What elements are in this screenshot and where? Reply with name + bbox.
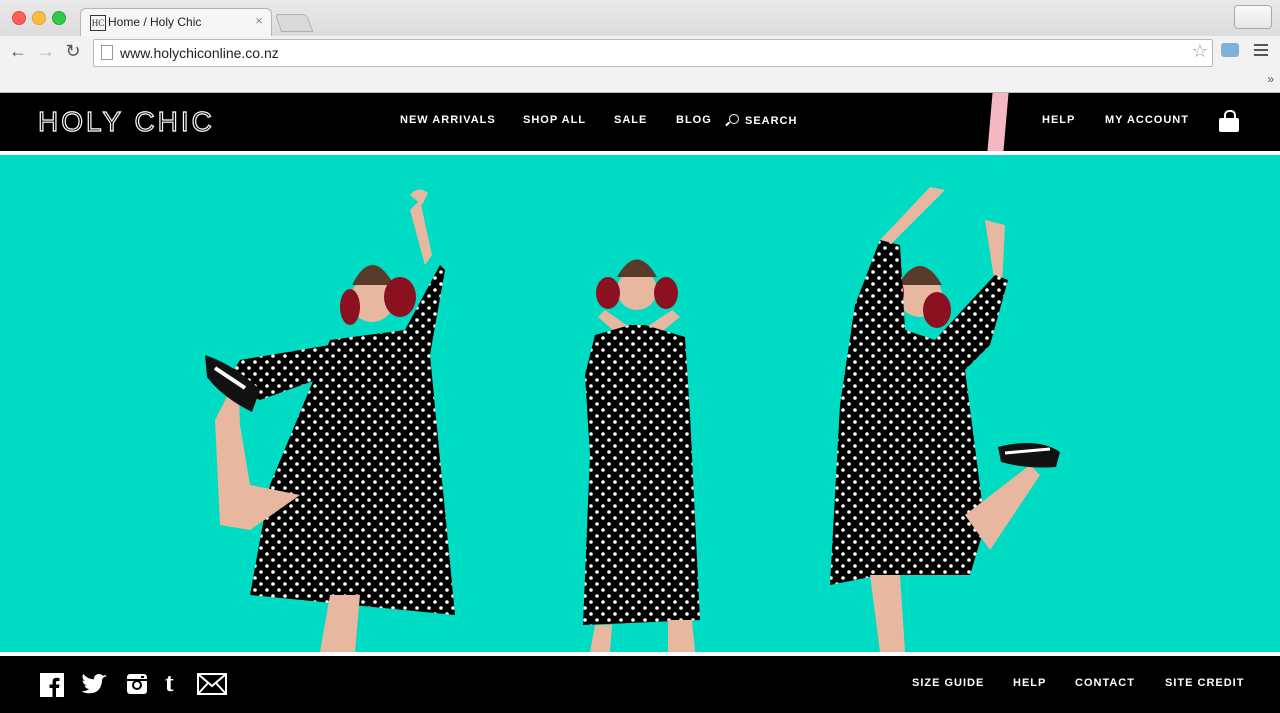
model-center — [583, 259, 700, 652]
tab-strip: HC Home / Holy Chic × — [0, 0, 1280, 37]
hamburger-menu-icon[interactable] — [1254, 44, 1268, 59]
facebook-icon[interactable] — [40, 673, 64, 697]
site-footer: t SIZE GUIDE HELP CONTACT SITE CREDIT — [0, 656, 1280, 713]
tab-close-icon[interactable]: × — [255, 13, 263, 28]
bookmarks-bar: » — [0, 70, 1280, 92]
address-bar[interactable]: www.holychiconline.co.nz ☆ — [93, 39, 1213, 67]
nav-search[interactable]: SEARCH — [729, 114, 797, 127]
bookmark-star-icon[interactable]: ☆ — [1192, 41, 1208, 62]
model-right — [830, 187, 1060, 652]
window-close-button[interactable] — [12, 11, 26, 25]
back-arrow-icon[interactable]: ← — [8, 41, 28, 62]
nav-blog[interactable]: BLOG — [676, 114, 712, 126]
footer-help-link[interactable]: HELP — [1013, 677, 1046, 689]
shopping-bag-icon[interactable] — [1219, 118, 1239, 132]
site-logo[interactable]: HOLY CHIC — [37, 105, 215, 138]
model-left — [205, 189, 455, 652]
footer-site-credit-link[interactable]: SITE CREDIT — [1165, 677, 1244, 689]
bookmarks-overflow-icon[interactable]: » — [1267, 72, 1274, 86]
footer-size-guide-link[interactable]: SIZE GUIDE — [912, 677, 984, 689]
search-icon — [729, 114, 739, 124]
instagram-icon[interactable] — [126, 673, 148, 695]
browser-toolbar: ← → ↻ www.holychiconline.co.nz ☆ — [0, 36, 1280, 70]
nav-help[interactable]: HELP — [1042, 114, 1075, 126]
nav-sale[interactable]: SALE — [614, 114, 647, 126]
page-icon — [101, 45, 113, 60]
email-icon[interactable] — [197, 673, 227, 695]
hero-banner[interactable] — [0, 155, 1280, 652]
url-text[interactable]: www.holychiconline.co.nz — [120, 45, 279, 61]
browser-tab[interactable]: HC Home / Holy Chic × — [80, 8, 272, 37]
hero-models-illustration — [205, 187, 1060, 652]
nav-shop-all[interactable]: SHOP ALL — [523, 114, 586, 126]
window-maximize-button[interactable] — [52, 11, 66, 25]
twitter-icon[interactable] — [82, 673, 108, 695]
new-tab-button[interactable] — [274, 14, 314, 32]
nav-my-account[interactable]: MY ACCOUNT — [1105, 114, 1189, 126]
nav-search-label: SEARCH — [745, 115, 798, 127]
tumblr-icon[interactable]: t — [165, 668, 174, 698]
window-minimize-button[interactable] — [32, 11, 46, 25]
nav-new-arrivals[interactable]: NEW ARRIVALS — [400, 114, 496, 126]
site-header: HOLY CHIC NEW ARRIVALS SHOP ALL SALE BLO… — [0, 93, 1280, 151]
profile-button[interactable] — [1234, 5, 1272, 29]
tab-title: Home / Holy Chic — [108, 15, 202, 29]
pink-accent-stripe — [987, 93, 1009, 151]
reload-icon[interactable]: ↻ — [63, 41, 83, 62]
footer-contact-link[interactable]: CONTACT — [1075, 677, 1135, 689]
favicon-icon: HC — [90, 15, 106, 31]
camera-extension-icon[interactable] — [1221, 43, 1239, 57]
browser-chrome: HC Home / Holy Chic × ← → ↻ www.holychic… — [0, 0, 1280, 93]
forward-arrow-icon[interactable]: → — [36, 41, 56, 62]
